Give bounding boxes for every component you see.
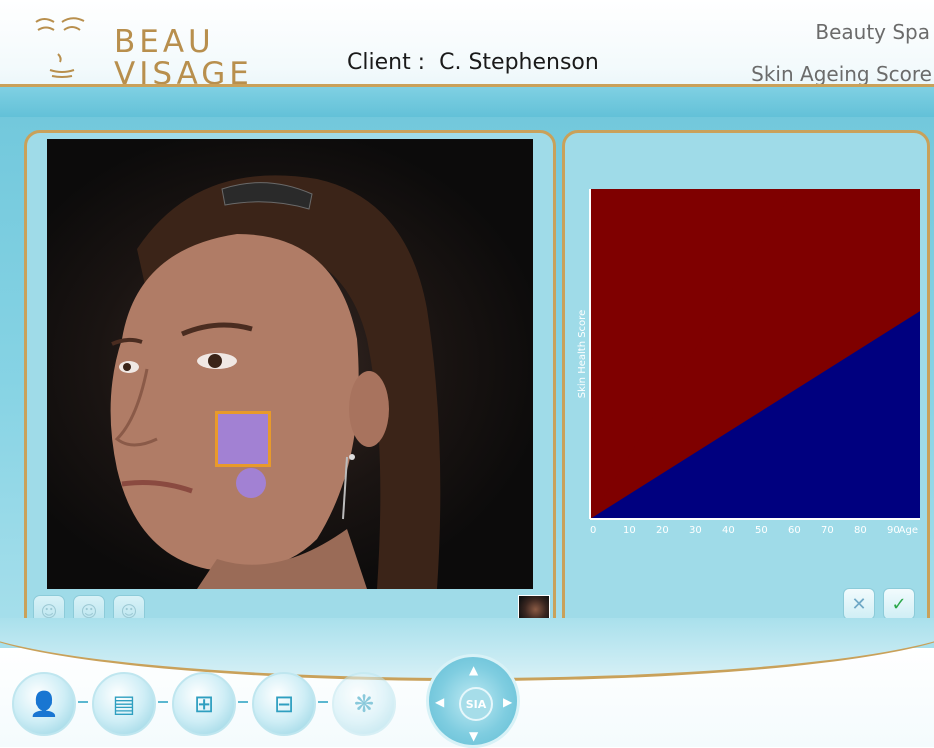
x-tick-label: 0: [590, 525, 596, 536]
sia-navigation-wheel[interactable]: ▲ ▼ ◀ ▶ SIA: [426, 654, 520, 748]
chart-svg: 0 10 20 30 40 50 60 70 80 90AgeSkin Health Score: [577, 189, 920, 536]
sia-right-arrow-icon[interactable]: ▶: [503, 695, 512, 709]
nav-workflow-table-button[interactable]: ⊟: [252, 672, 316, 736]
cancel-button[interactable]: ✕: [843, 588, 875, 620]
workflow-forward-icon: ⊞: [193, 690, 215, 718]
nav-document-button[interactable]: ▤: [92, 672, 156, 736]
client-name: C. Stephenson: [439, 50, 599, 75]
sia-left-arrow-icon[interactable]: ◀: [435, 695, 444, 709]
analysis-region-square[interactable]: [215, 411, 271, 467]
workflow-table-icon: ⊟: [273, 690, 295, 718]
checkmark-icon: ✓: [891, 593, 907, 615]
analysis-region-circle[interactable]: [236, 468, 266, 498]
nav-pattern-button[interactable]: ❋: [332, 672, 396, 736]
nav-workflow-forward-button[interactable]: ⊞: [172, 672, 236, 736]
nav-connector: [318, 701, 328, 703]
x-tick-label: 50: [755, 525, 768, 536]
logo-face-icon: [35, 17, 85, 78]
pattern-icon: ❋: [353, 690, 375, 718]
spa-name: Beauty Spa: [815, 20, 930, 44]
beau-visage-logo: BEAU VISAGE: [32, 12, 262, 92]
client-icon: 👤: [29, 690, 59, 718]
confirm-button[interactable]: ✓: [883, 588, 915, 620]
header-divider: [0, 84, 934, 117]
document-icon: ▤: [112, 690, 136, 718]
nav-connector: [238, 701, 248, 703]
client-face-photo[interactable]: [47, 139, 533, 589]
chart-panel: 0 10 20 30 40 50 60 70 80 90 Age Skin Health Score …: [562, 130, 930, 634]
nav-connector: [158, 701, 168, 703]
sia-up-arrow-icon[interactable]: ▲: [469, 663, 478, 677]
client-label: Client : C. Stephenson: [347, 50, 599, 75]
logo-line1: BEAU: [114, 24, 215, 60]
close-x-icon: ✕: [851, 593, 867, 615]
face-illustration: [110, 175, 441, 589]
y-axis-label: Skin Health Score: [577, 310, 588, 398]
nav-connector: [78, 701, 88, 703]
screen-title: Skin Ageing Score: [751, 62, 932, 86]
x-tick-label: 20: [656, 525, 669, 536]
nav-client-button[interactable]: 👤: [12, 672, 76, 736]
sia-down-arrow-icon[interactable]: ▼: [469, 729, 478, 743]
x-tick-label: 10: [623, 525, 636, 536]
x-tick-label: 60: [788, 525, 801, 536]
x-tick-label: 30: [689, 525, 702, 536]
x-tick-label: 40: [722, 525, 735, 536]
bottom-nav: 👤 ▤ ⊞ ⊟ ❋ ▲ ▼ ◀ ▶ SIA: [0, 618, 934, 748]
x-tick-label: 80: [854, 525, 867, 536]
x-tick-label: 70: [821, 525, 834, 536]
sia-logo[interactable]: SIA: [459, 687, 493, 721]
client-label-text: Client :: [347, 50, 426, 75]
main-area: ☺ ☺ ☺ 0 10 20 30 40 50 60 70 80 90 Age Skin Health …: [0, 84, 934, 650]
x-axis-label: Age: [899, 525, 918, 536]
skin-ageing-chart: 0 10 20 30 40 50 60 70 80 90 Age Skin Health Score: [575, 185, 925, 545]
photo-panel: ☺ ☺ ☺: [24, 130, 556, 634]
